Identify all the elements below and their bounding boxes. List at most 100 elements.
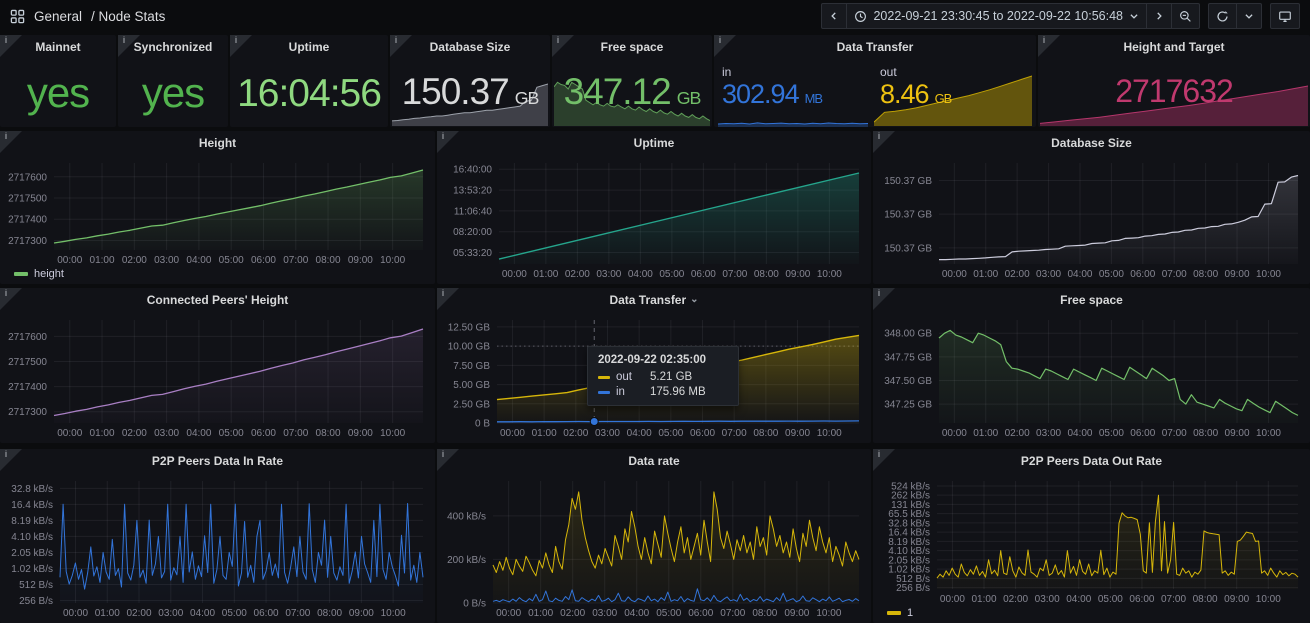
legend-label[interactable]: height <box>34 268 64 280</box>
database-size-chart[interactable]: 00:0001:0002:0003:0004:0005:0006:0007:00… <box>875 153 1308 282</box>
info-icon[interactable]: i <box>0 131 22 153</box>
info-icon[interactable]: i <box>873 449 895 471</box>
nav-actions: 2022-09-21 23:30:45 to 2022-09-22 10:56:… <box>821 3 1300 29</box>
svg-text:0 B: 0 B <box>475 419 490 430</box>
info-icon[interactable]: i <box>0 449 22 471</box>
svg-text:02:00: 02:00 <box>1005 269 1030 280</box>
panel-height-chart: i Height 00:0001:0002:0003:0004:0005:000… <box>0 131 435 284</box>
legend[interactable]: 1 <box>887 607 913 619</box>
panel-title[interactable]: Height and Target <box>1038 35 1310 59</box>
svg-text:10:00: 10:00 <box>1256 269 1281 280</box>
svg-text:04:00: 04:00 <box>628 269 653 280</box>
svg-text:02:00: 02:00 <box>122 428 147 439</box>
panel-title[interactable]: Data rate <box>437 449 871 473</box>
svg-text:08:00: 08:00 <box>1193 269 1218 280</box>
panel-title[interactable]: Data Transfer⌄ <box>437 288 871 312</box>
svg-text:02:00: 02:00 <box>563 428 588 439</box>
svg-text:01:00: 01:00 <box>528 608 553 619</box>
data-rate-chart[interactable]: 00:0001:0002:0003:0004:0005:0006:0007:00… <box>439 471 869 621</box>
breadcrumb[interactable]: General / Node Stats <box>10 9 165 24</box>
time-range-picker[interactable]: 2022-09-21 23:30:45 to 2022-09-22 10:56:… <box>846 3 1147 29</box>
time-shift-forward-button[interactable] <box>1146 3 1172 29</box>
zoom-out-button[interactable] <box>1171 3 1200 29</box>
panel-title[interactable]: Database Size <box>390 35 550 59</box>
chevron-down-icon <box>1129 11 1139 21</box>
svg-text:04:00: 04:00 <box>624 608 649 619</box>
svg-text:04:00: 04:00 <box>1067 428 1092 439</box>
info-icon[interactable]: i <box>230 35 252 57</box>
panel-title[interactable]: Uptime <box>230 35 388 59</box>
refresh-icon <box>1216 10 1229 23</box>
p2p-out-rate-chart[interactable]: 00:0001:0002:0003:0004:0005:0006:0007:00… <box>875 471 1308 621</box>
svg-text:09:00: 09:00 <box>785 428 810 439</box>
uptime-chart[interactable]: 00:0001:0002:0003:0004:0005:0006:0007:00… <box>439 153 869 282</box>
panel-title[interactable]: Database Size <box>873 131 1310 155</box>
info-icon[interactable]: i <box>0 288 22 310</box>
info-icon[interactable]: i <box>437 449 459 471</box>
svg-text:10:00: 10:00 <box>380 255 405 266</box>
svg-text:02:00: 02:00 <box>560 608 585 619</box>
free-space-chart[interactable]: 00:0001:0002:0003:0004:0005:0006:0007:00… <box>875 310 1308 441</box>
panel-data-rate: i Data rate 00:0001:0002:0003:0004:0005:… <box>437 449 871 623</box>
svg-text:16.4 kB/s: 16.4 kB/s <box>11 500 53 511</box>
info-icon[interactable]: i <box>437 131 459 153</box>
p2p-in-rate-chart[interactable]: 00:0001:0002:0003:0004:0005:0006:0007:00… <box>2 471 433 621</box>
svg-text:0 B/s: 0 B/s <box>463 599 486 610</box>
peers-height-chart[interactable]: 00:0001:0002:0003:0004:0005:0006:0007:00… <box>2 310 433 441</box>
svg-text:2717300: 2717300 <box>8 407 47 418</box>
panel-title[interactable]: Free space <box>873 288 1310 312</box>
svg-text:11:06:40: 11:06:40 <box>454 206 493 217</box>
tooltip-series-dash <box>598 376 610 379</box>
svg-text:04:00: 04:00 <box>190 608 215 619</box>
svg-text:10:00: 10:00 <box>817 428 842 439</box>
legend[interactable]: height <box>14 268 64 280</box>
refresh-button[interactable] <box>1208 3 1237 29</box>
breadcrumb-section[interactable]: General <box>34 9 82 24</box>
panel-title[interactable]: Connected Peers' Height <box>0 288 435 312</box>
svg-text:08:00: 08:00 <box>316 255 341 266</box>
svg-text:10.00 GB: 10.00 GB <box>448 342 491 353</box>
panel-title[interactable]: P2P Peers Data Out Rate <box>873 449 1310 473</box>
info-icon[interactable]: i <box>873 131 895 153</box>
svg-text:01:00: 01:00 <box>532 428 557 439</box>
time-shift-back-button[interactable] <box>821 3 847 29</box>
info-icon[interactable]: i <box>714 35 736 57</box>
kiosk-mode-button[interactable] <box>1270 3 1300 29</box>
info-icon[interactable]: i <box>437 288 459 310</box>
info-icon[interactable]: i <box>552 35 574 57</box>
svg-text:03:00: 03:00 <box>1036 269 1061 280</box>
info-icon[interactable]: i <box>1038 35 1060 57</box>
chevron-down-icon[interactable]: ⌄ <box>690 294 698 305</box>
panel-data-transfer-stat: i Data Transfer in 302.94MB out 8.46GB <box>714 35 1036 127</box>
svg-text:08:00: 08:00 <box>316 428 341 439</box>
panel-title[interactable]: P2P Peers Data In Rate <box>0 449 435 473</box>
uptime-value: 16:04:56 <box>237 74 381 113</box>
svg-text:06:00: 06:00 <box>691 269 716 280</box>
svg-text:03:00: 03:00 <box>1036 428 1061 439</box>
legend-label[interactable]: 1 <box>907 607 913 619</box>
info-icon[interactable]: i <box>390 35 412 57</box>
svg-text:00:00: 00:00 <box>942 428 967 439</box>
svg-text:512 B/s: 512 B/s <box>19 580 53 591</box>
svg-text:08:00: 08:00 <box>753 428 778 439</box>
refresh-interval-button[interactable] <box>1236 3 1262 29</box>
info-icon[interactable]: i <box>0 35 22 57</box>
panel-title[interactable]: Uptime <box>437 131 871 155</box>
svg-text:02:00: 02:00 <box>1005 428 1030 439</box>
svg-text:04:00: 04:00 <box>186 255 211 266</box>
svg-text:06:00: 06:00 <box>690 428 715 439</box>
chevron-right-icon <box>1154 11 1164 21</box>
info-icon[interactable]: i <box>873 288 895 310</box>
height-chart[interactable]: 00:0001:0002:0003:0004:0005:0006:0007:00… <box>2 153 433 282</box>
svg-text:10:00: 10:00 <box>817 269 842 280</box>
svg-text:00:00: 00:00 <box>63 608 88 619</box>
svg-text:13:53:20: 13:53:20 <box>453 186 492 197</box>
panel-title[interactable]: Free space <box>552 35 712 59</box>
svg-text:07:00: 07:00 <box>1161 594 1186 605</box>
svg-text:09:00: 09:00 <box>785 269 810 280</box>
panel-title[interactable]: Height <box>0 131 435 155</box>
svg-text:00:00: 00:00 <box>57 428 82 439</box>
apps-grid-icon[interactable] <box>10 9 25 24</box>
panel-title[interactable]: Data Transfer <box>714 35 1036 59</box>
info-icon[interactable]: i <box>118 35 140 57</box>
